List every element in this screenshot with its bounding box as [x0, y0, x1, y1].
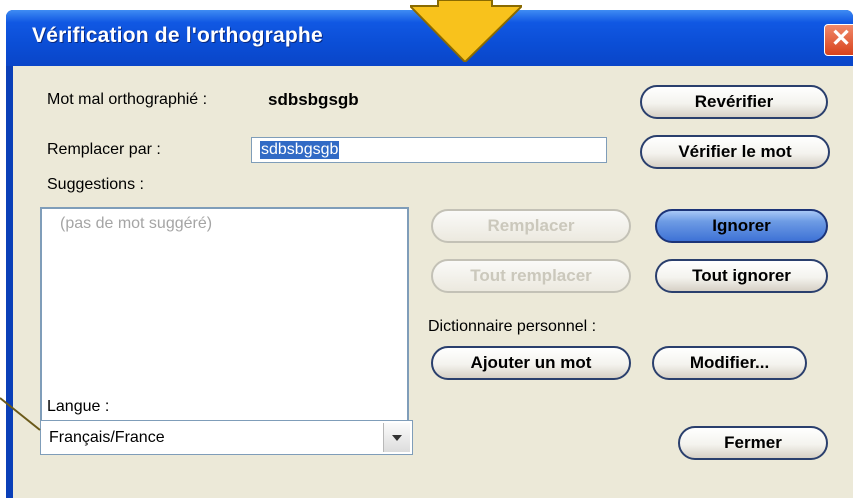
chevron-down-icon[interactable]	[383, 423, 410, 452]
language-select[interactable]: Français/France	[40, 420, 413, 455]
suggestions-label: Suggestions :	[47, 176, 144, 193]
language-select-value: Français/France	[49, 429, 165, 446]
check-word-button[interactable]: Vérifier le mot	[640, 135, 830, 169]
language-label: Langue :	[47, 398, 110, 415]
dictionary-label: Dictionnaire personnel :	[428, 318, 597, 335]
suggestions-empty-text: (pas de mot suggéré)	[60, 215, 213, 232]
replace-button[interactable]: Remplacer	[431, 209, 631, 243]
modify-button[interactable]: Modifier...	[652, 346, 807, 380]
close-button[interactable]: Fermer	[678, 426, 828, 460]
replace-input[interactable]: sdbsbgsgb	[251, 137, 607, 163]
ignore-all-button[interactable]: Tout ignorer	[655, 259, 828, 293]
misspelled-label: Mot mal orthographié :	[47, 91, 208, 108]
callout-line-icon	[0, 397, 41, 431]
misspelled-word: sdbsbgsgb	[268, 90, 359, 109]
add-word-button[interactable]: Ajouter un mot	[431, 346, 631, 380]
window-title: Vérification de l'orthographe	[32, 24, 323, 47]
yellow-arrow-down-icon	[410, 0, 522, 62]
ignore-button[interactable]: Ignorer	[655, 209, 828, 243]
close-icon[interactable]: ✕	[824, 24, 853, 56]
replace-label: Remplacer par :	[47, 141, 161, 158]
recheck-button[interactable]: Revérifier	[640, 85, 828, 119]
replace-input-value: sdbsbgsgb	[260, 141, 340, 159]
replace-all-button[interactable]: Tout remplacer	[431, 259, 631, 293]
